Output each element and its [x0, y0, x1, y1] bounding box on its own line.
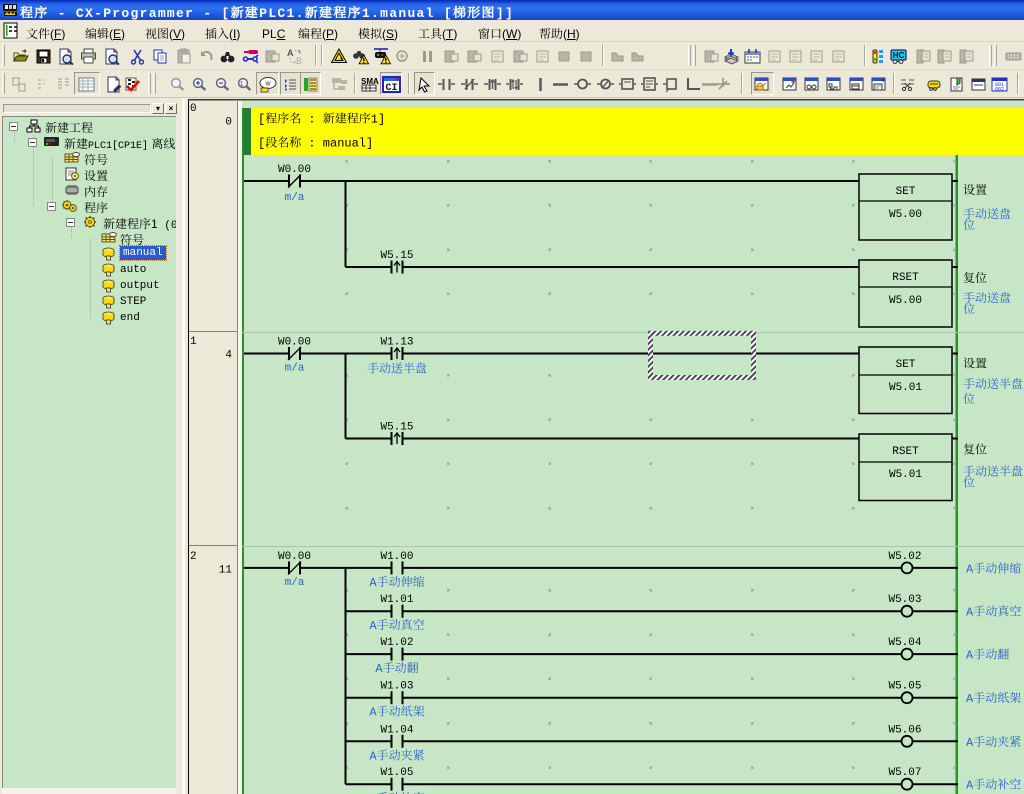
svg-text:w: w	[264, 81, 271, 88]
svg-text:A手动伸缩: A手动伸缩	[966, 559, 1021, 576]
svg-text:位: 位	[963, 300, 975, 317]
svg-text:B: B	[296, 56, 302, 65]
svg-text:W1.00: W1.00	[380, 551, 413, 563]
svg-text:RSET: RSET	[892, 272, 919, 284]
svg-text:W5.15: W5.15	[380, 250, 413, 262]
svg-text:W5.00: W5.00	[889, 209, 922, 221]
svg-text:0: 0	[190, 103, 197, 115]
svg-text:W5.04: W5.04	[888, 637, 921, 649]
svg-text:W1.01: W1.01	[380, 594, 413, 606]
svg-text:位: 位	[963, 390, 975, 407]
svg-text:W5.01: W5.01	[889, 469, 922, 481]
svg-text:W1.13: W1.13	[380, 337, 413, 349]
svg-text:A: A	[287, 48, 294, 58]
svg-text:W0.00: W0.00	[278, 164, 311, 176]
svg-text:复位: 复位	[963, 441, 987, 458]
svg-text:W0.00: W0.00	[278, 337, 311, 349]
svg-text:SET: SET	[896, 359, 916, 371]
svg-text:W5.00: W5.00	[889, 295, 922, 307]
svg-text:位: 位	[963, 474, 975, 491]
svg-text:W5.02: W5.02	[888, 551, 921, 563]
svg-text:002: 002	[995, 87, 1004, 93]
svg-text:SET: SET	[896, 186, 916, 198]
svg-text:CI: CI	[385, 83, 397, 93]
svg-text:W5.15: W5.15	[380, 422, 413, 434]
svg-text:m/a: m/a	[285, 192, 305, 204]
svg-text:A手动夹紧: A手动夹紧	[369, 746, 424, 763]
svg-text:W1.05: W1.05	[380, 767, 413, 779]
svg-text:A手动伸缩: A手动伸缩	[369, 573, 424, 590]
svg-text:A手动补空: A手动补空	[966, 776, 1021, 793]
svg-text:A手动纸架: A手动纸架	[966, 689, 1021, 706]
svg-text:W1.03: W1.03	[380, 681, 413, 693]
svg-text:A手动真空: A手动真空	[369, 616, 424, 633]
svg-text:W5.03: W5.03	[888, 594, 921, 606]
svg-text:W5.05: W5.05	[888, 681, 921, 693]
svg-text:设置: 设置	[963, 181, 987, 198]
svg-text:0: 0	[225, 117, 232, 129]
svg-text:复位: 复位	[963, 269, 987, 286]
svg-text:2: 2	[190, 551, 197, 563]
svg-text:设置: 设置	[963, 355, 987, 372]
svg-text:[程序名 : 新建程序1]: [程序名 : 新建程序1]	[258, 110, 385, 127]
svg-text:[段名称 : manual]: [段名称 : manual]	[258, 134, 373, 151]
svg-text:A手动翻: A手动翻	[966, 646, 1009, 663]
svg-text:手动送半盘: 手动送半盘	[367, 360, 427, 377]
svg-text:m/a: m/a	[285, 363, 305, 375]
svg-text:A手动翻: A手动翻	[375, 659, 418, 676]
svg-text:W1.02: W1.02	[380, 637, 413, 649]
svg-text:W1.04: W1.04	[380, 724, 413, 736]
svg-text:A手动真空: A手动真空	[966, 603, 1021, 620]
svg-text:A手动夹紧: A手动夹紧	[966, 733, 1021, 750]
svg-text:RSET: RSET	[892, 446, 919, 458]
svg-text:1: 1	[190, 336, 197, 348]
svg-text:4: 4	[225, 350, 232, 362]
svg-text:W5.07: W5.07	[888, 767, 921, 779]
svg-text:A手动纸架: A手动纸架	[369, 703, 424, 720]
svg-text:HC: HC	[893, 51, 905, 60]
svg-text:A手动补空: A手动补空	[369, 789, 424, 794]
svg-text:W5.01: W5.01	[889, 382, 922, 394]
svg-text:W0.00: W0.00	[278, 551, 311, 563]
svg-text:W5.06: W5.06	[888, 724, 921, 736]
svg-text:位: 位	[963, 216, 975, 233]
svg-text:11: 11	[219, 565, 233, 577]
svg-text:m/a: m/a	[285, 577, 305, 589]
